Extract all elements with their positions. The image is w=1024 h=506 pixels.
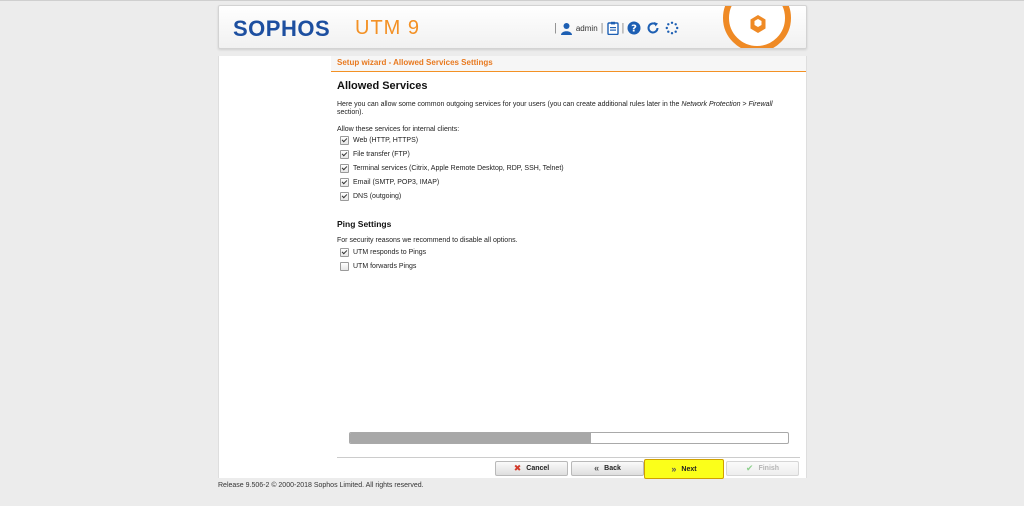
product-name: UTM 9 (355, 17, 420, 39)
finish-button[interactable]: ✔ Finish (726, 461, 799, 476)
service-web[interactable]: Web (HTTP, HTTPS) (340, 135, 418, 146)
ping-forwards[interactable]: UTM forwards Pings (340, 261, 416, 272)
user-name[interactable]: admin (576, 24, 598, 33)
cancel-label: Cancel (526, 465, 550, 472)
checkbox-ftp[interactable] (340, 150, 349, 159)
allowed-services-heading: Allowed Services (337, 80, 428, 92)
user-icon[interactable] (560, 22, 573, 35)
service-terminal[interactable]: Terminal services (Citrix, Apple Remote … (340, 163, 564, 174)
button-divider (337, 457, 800, 458)
wizard-progress-bar (349, 432, 789, 444)
checkbox-label: UTM forwards Pings (353, 263, 417, 270)
sophos-emblem-icon (723, 6, 791, 48)
cancel-x-icon: ✖ (513, 463, 522, 473)
checkbox-email[interactable] (340, 178, 349, 187)
navigation-panel (218, 56, 331, 478)
finish-label: Finish (758, 465, 780, 472)
checkbox-web[interactable] (340, 136, 349, 145)
checkbox-label: File transfer (FTP) (353, 151, 410, 158)
checkbox-ping-responds[interactable] (340, 248, 349, 257)
toolbar-divider: | (600, 22, 604, 34)
cancel-button[interactable]: ✖ Cancel (495, 461, 568, 476)
checkbox-label: DNS (outgoing) (353, 193, 402, 200)
checkbox-dns[interactable] (340, 192, 349, 201)
reload-icon[interactable] (646, 21, 660, 35)
next-button[interactable]: » Next (644, 459, 724, 479)
checkbox-terminal[interactable] (340, 164, 349, 173)
back-button[interactable]: « Back (571, 461, 644, 476)
wizard-title: Setup wizard - Allowed Services Settings (337, 58, 493, 67)
ping-responds[interactable]: UTM responds to Pings (340, 247, 426, 258)
service-dns[interactable]: DNS (outgoing) (340, 191, 401, 202)
wizard-title-bar: Setup wizard - Allowed Services Settings (331, 56, 806, 72)
toolbar-divider: | (621, 22, 625, 34)
ping-settings-heading: Ping Settings (337, 219, 392, 229)
checkbox-label: Web (HTTP, HTTPS) (353, 137, 419, 144)
checkbox-label: Email (SMTP, POP3, IMAP) (353, 179, 440, 186)
back-label: Back (604, 465, 621, 472)
release-footer: Release 9.506-2 © 2000-2018 Sophos Limit… (218, 482, 424, 489)
next-label: Next (681, 465, 697, 473)
sophos-logo: SOPHOS (233, 16, 331, 41)
ping-settings-description: For security reasons we recommend to dis… (337, 237, 518, 244)
allowed-services-description: Here you can allow some common outgoing … (337, 101, 792, 117)
help-icon[interactable]: ? (627, 21, 641, 35)
firewall-reference: Network Protection > Firewall (681, 101, 773, 108)
checkmark-icon: ✔ (745, 463, 754, 473)
toolbar-divider: | (554, 22, 557, 34)
description-text-end: section). (337, 109, 364, 116)
checkbox-ping-forwards[interactable] (340, 262, 349, 271)
double-chevron-right-icon: » (671, 463, 677, 474)
clipboard-icon[interactable] (606, 21, 619, 35)
double-chevron-left-icon: « (594, 463, 600, 473)
header-toolbar: | admin | | ? (551, 19, 679, 37)
description-text: Here you can allow some common outgoing … (337, 101, 682, 108)
services-list-label: Allow these services for internal client… (337, 126, 460, 133)
service-ftp[interactable]: File transfer (FTP) (340, 149, 410, 160)
activity-spinner-icon (665, 21, 679, 35)
checkbox-label: UTM responds to Pings (353, 249, 427, 256)
progress-fill (350, 433, 591, 443)
wizard-content: Setup wizard - Allowed Services Settings… (331, 56, 807, 479)
top-border (0, 0, 1024, 1)
service-email[interactable]: Email (SMTP, POP3, IMAP) (340, 177, 439, 188)
checkbox-label: Terminal services (Citrix, Apple Remote … (353, 165, 564, 172)
app-header: SOPHOS UTM 9 | admin | | ? (218, 5, 807, 49)
svg-text:?: ? (631, 24, 637, 35)
